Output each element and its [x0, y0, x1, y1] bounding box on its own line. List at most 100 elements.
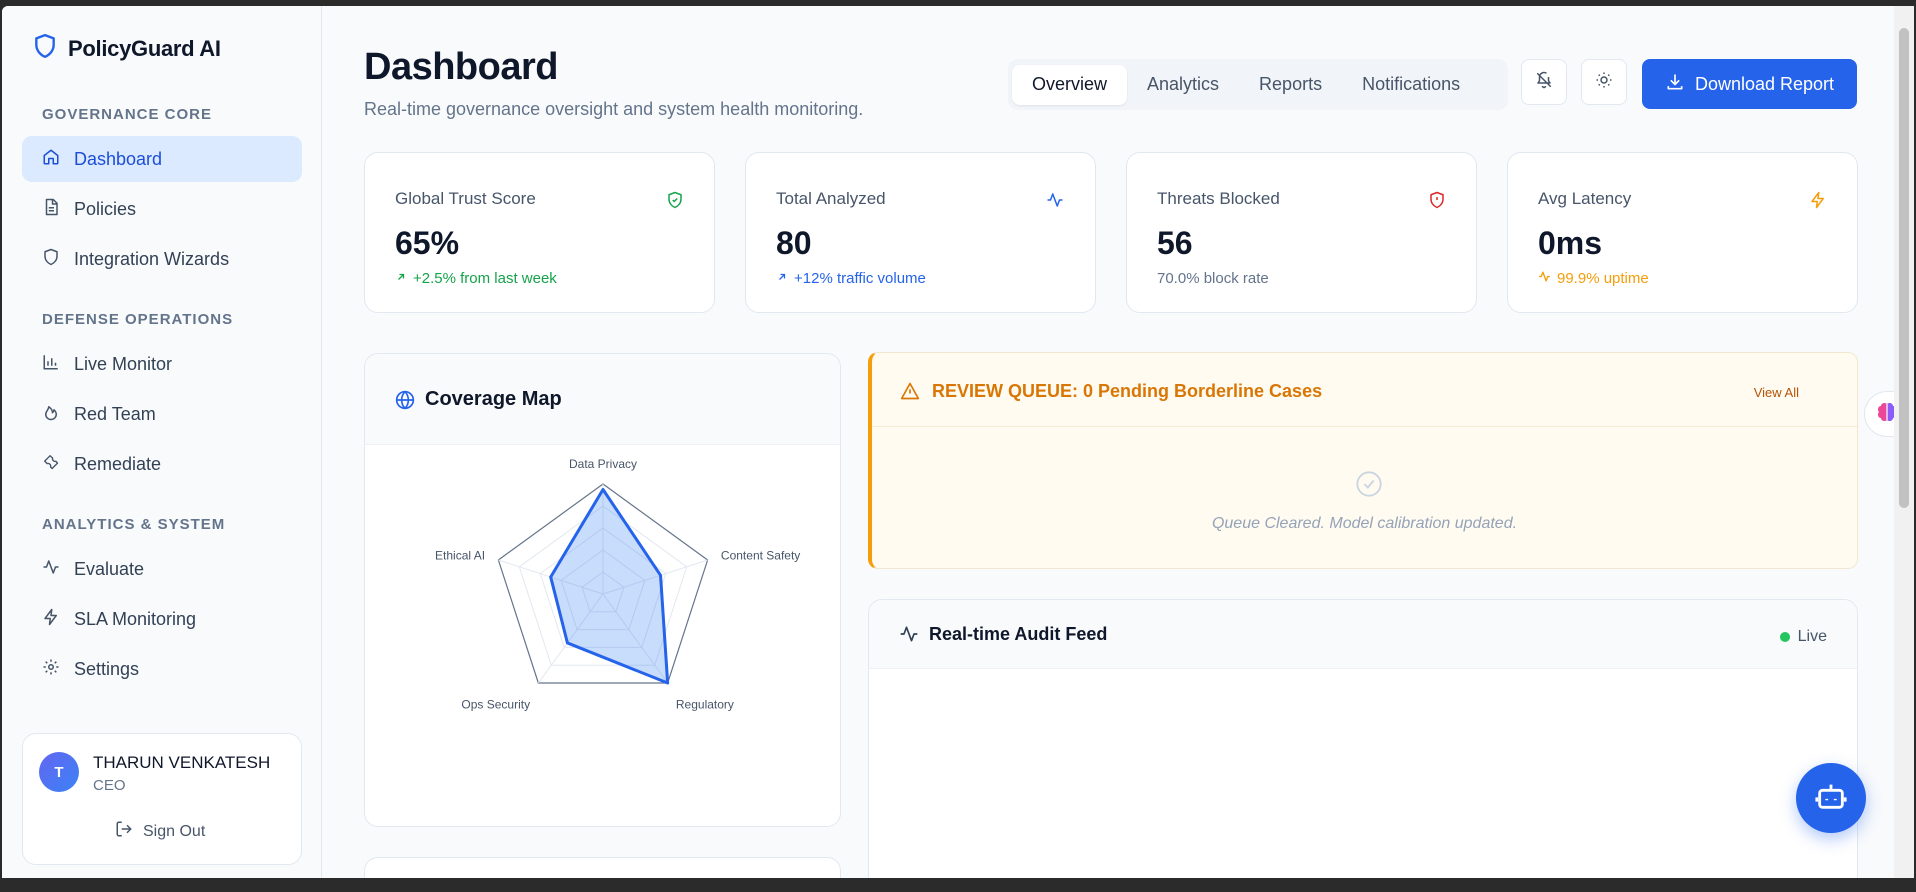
- globe-icon: [395, 390, 415, 415]
- activity-icon: [42, 558, 60, 581]
- sidebar-item-policies[interactable]: Policies: [22, 186, 302, 232]
- arrow-up-right-icon: [776, 270, 788, 287]
- sidebar-item-live-monitor[interactable]: Live Monitor: [22, 341, 302, 387]
- wrench-icon: [42, 453, 60, 476]
- stat-label: Avg Latency: [1538, 189, 1632, 208]
- view-all-link[interactable]: View All: [1754, 385, 1799, 400]
- assistant-bot-button[interactable]: [1796, 763, 1866, 833]
- tab-overview[interactable]: Overview: [1012, 64, 1128, 105]
- bell-off-icon: [1535, 71, 1553, 94]
- arrow-up-right-icon: [395, 270, 407, 287]
- sidebar-item-sla-monitoring[interactable]: SLA Monitoring: [22, 596, 302, 642]
- sidebar-item-label: Integration Wizards: [74, 248, 230, 269]
- warning-icon: [900, 381, 920, 406]
- download-report-button[interactable]: Download Report: [1642, 59, 1857, 109]
- logout-icon: [115, 820, 133, 843]
- page-subtitle: Real-time governance oversight and syste…: [364, 99, 864, 119]
- activity-icon: [1538, 270, 1551, 287]
- shield-logo-icon: [32, 32, 58, 65]
- section-title-governance: GOVERNANCE CORE: [42, 106, 213, 123]
- scrollbar[interactable]: [1894, 6, 1914, 878]
- secondary-panel: [364, 857, 841, 878]
- activity-icon: [1045, 191, 1065, 214]
- coverage-map-title: Coverage Map: [425, 388, 562, 410]
- bar-chart-icon: [42, 353, 60, 376]
- download-label: Download Report: [1694, 73, 1835, 94]
- audit-feed-panel: Real-time Audit Feed Live: [868, 599, 1858, 878]
- main-content: Dashboard Real-time governance oversight…: [322, 6, 1872, 878]
- sidebar-item-red-team[interactable]: Red Team: [22, 391, 302, 437]
- scrollbar-thumb[interactable]: [1899, 28, 1909, 508]
- audit-feed-title: Real-time Audit Feed: [929, 624, 1108, 644]
- shield-icon: [42, 248, 60, 271]
- user-name: THARUN VENKATESH: [93, 753, 271, 772]
- sidebar-item-evaluate[interactable]: Evaluate: [22, 546, 302, 592]
- stat-card-threats-blocked: Threats Blocked 56 70.0% block rate: [1126, 152, 1477, 313]
- sidebar-item-label: Settings: [74, 658, 140, 679]
- brain-icon: [1875, 400, 1896, 429]
- brand[interactable]: PolicyGuard AI: [32, 32, 221, 65]
- gear-icon: [42, 658, 60, 681]
- sidebar-item-dashboard[interactable]: Dashboard: [22, 136, 302, 182]
- stat-card-total-analyzed: Total Analyzed 80 +12% traffic volume: [745, 152, 1096, 313]
- tab-bar: Overview Analytics Reports Notifications: [1008, 59, 1508, 110]
- app-window: PolicyGuard AI GOVERNANCE CORE Dashboard…: [2, 6, 1896, 878]
- stat-trend: 70.0% block rate: [1157, 270, 1269, 287]
- stat-value: 56: [1157, 225, 1193, 261]
- bolt-icon: [1809, 191, 1827, 214]
- stat-label: Total Analyzed: [776, 189, 886, 208]
- stat-label: Threats Blocked: [1157, 189, 1280, 208]
- page-title: Dashboard: [364, 46, 558, 88]
- review-queue-title: REVIEW QUEUE: 0 Pending Borderline Cases: [932, 381, 1323, 401]
- sign-out-label: Sign Out: [143, 822, 206, 840]
- stat-trend-text: 70.0% block rate: [1157, 270, 1269, 287]
- sidebar-item-integration-wizards[interactable]: Integration Wizards: [22, 236, 302, 282]
- download-icon: [1665, 72, 1685, 97]
- radar-axis-label: Data Privacy: [569, 457, 637, 471]
- sidebar-item-label: Red Team: [74, 403, 156, 424]
- user-card: T THARUN VENKATESH CEO Sign Out: [22, 733, 302, 865]
- stat-trend-text: 99.9% uptime: [1557, 270, 1649, 287]
- notifications-off-button[interactable]: [1521, 59, 1567, 105]
- stat-card-trust-score: Global Trust Score 65% +2.5% from last w…: [364, 152, 715, 313]
- stat-trend: +12% traffic volume: [776, 270, 926, 287]
- stat-value: 0ms: [1538, 225, 1603, 261]
- sidebar-item-remediate[interactable]: Remediate: [22, 441, 302, 487]
- sidebar-item-label: Remediate: [74, 453, 162, 474]
- sidebar-item-label: SLA Monitoring: [74, 608, 197, 629]
- stat-value: 80: [776, 225, 812, 261]
- radar-axis-label: Ops Security: [461, 697, 530, 711]
- shield-check-icon: [666, 191, 684, 214]
- shield-alert-icon: [1428, 191, 1446, 214]
- sidebar-item-label: Dashboard: [74, 148, 163, 169]
- robot-icon: [1814, 779, 1848, 818]
- activity-icon: [899, 624, 919, 649]
- stat-card-avg-latency: Avg Latency 0ms 99.9% uptime: [1507, 152, 1858, 313]
- tab-notifications[interactable]: Notifications: [1342, 65, 1480, 105]
- tab-analytics[interactable]: Analytics: [1127, 65, 1239, 105]
- flame-icon: [42, 403, 60, 426]
- sidebar: PolicyGuard AI GOVERNANCE CORE Dashboard…: [2, 6, 322, 878]
- user-role: CEO: [93, 777, 126, 794]
- theme-toggle-button[interactable]: [1581, 59, 1627, 105]
- section-title-analytics: ANALYTICS & SYSTEM: [42, 516, 226, 533]
- live-label: Live: [1797, 628, 1827, 645]
- sidebar-item-settings[interactable]: Settings: [22, 646, 302, 692]
- stat-label: Global Trust Score: [395, 189, 536, 208]
- sign-out-button[interactable]: Sign Out: [115, 820, 205, 843]
- coverage-map-panel: Coverage Map Data Privacy Content Safety R…: [364, 353, 841, 827]
- home-icon: [42, 148, 60, 171]
- stat-trend-text: +12% traffic volume: [794, 270, 926, 287]
- panel-header: Coverage Map: [365, 354, 840, 445]
- live-indicator: Live: [1779, 628, 1827, 646]
- radar-axis-label: Regulatory: [676, 697, 734, 711]
- radar-axis-label: Ethical AI: [435, 549, 485, 563]
- tab-reports[interactable]: Reports: [1239, 65, 1342, 105]
- radar-chart: Data Privacy Content Safety Regulatory Ops …: [435, 457, 800, 711]
- avatar[interactable]: T: [39, 752, 79, 792]
- review-queue-panel: REVIEW QUEUE: 0 Pending Borderline Cases…: [868, 352, 1858, 569]
- section-title-defense: DEFENSE OPERATIONS: [42, 311, 234, 328]
- radar-axis-label: Content Safety: [721, 549, 800, 563]
- stat-trend-text: +2.5% from last week: [413, 270, 557, 287]
- check-circle-icon: [1355, 470, 1383, 503]
